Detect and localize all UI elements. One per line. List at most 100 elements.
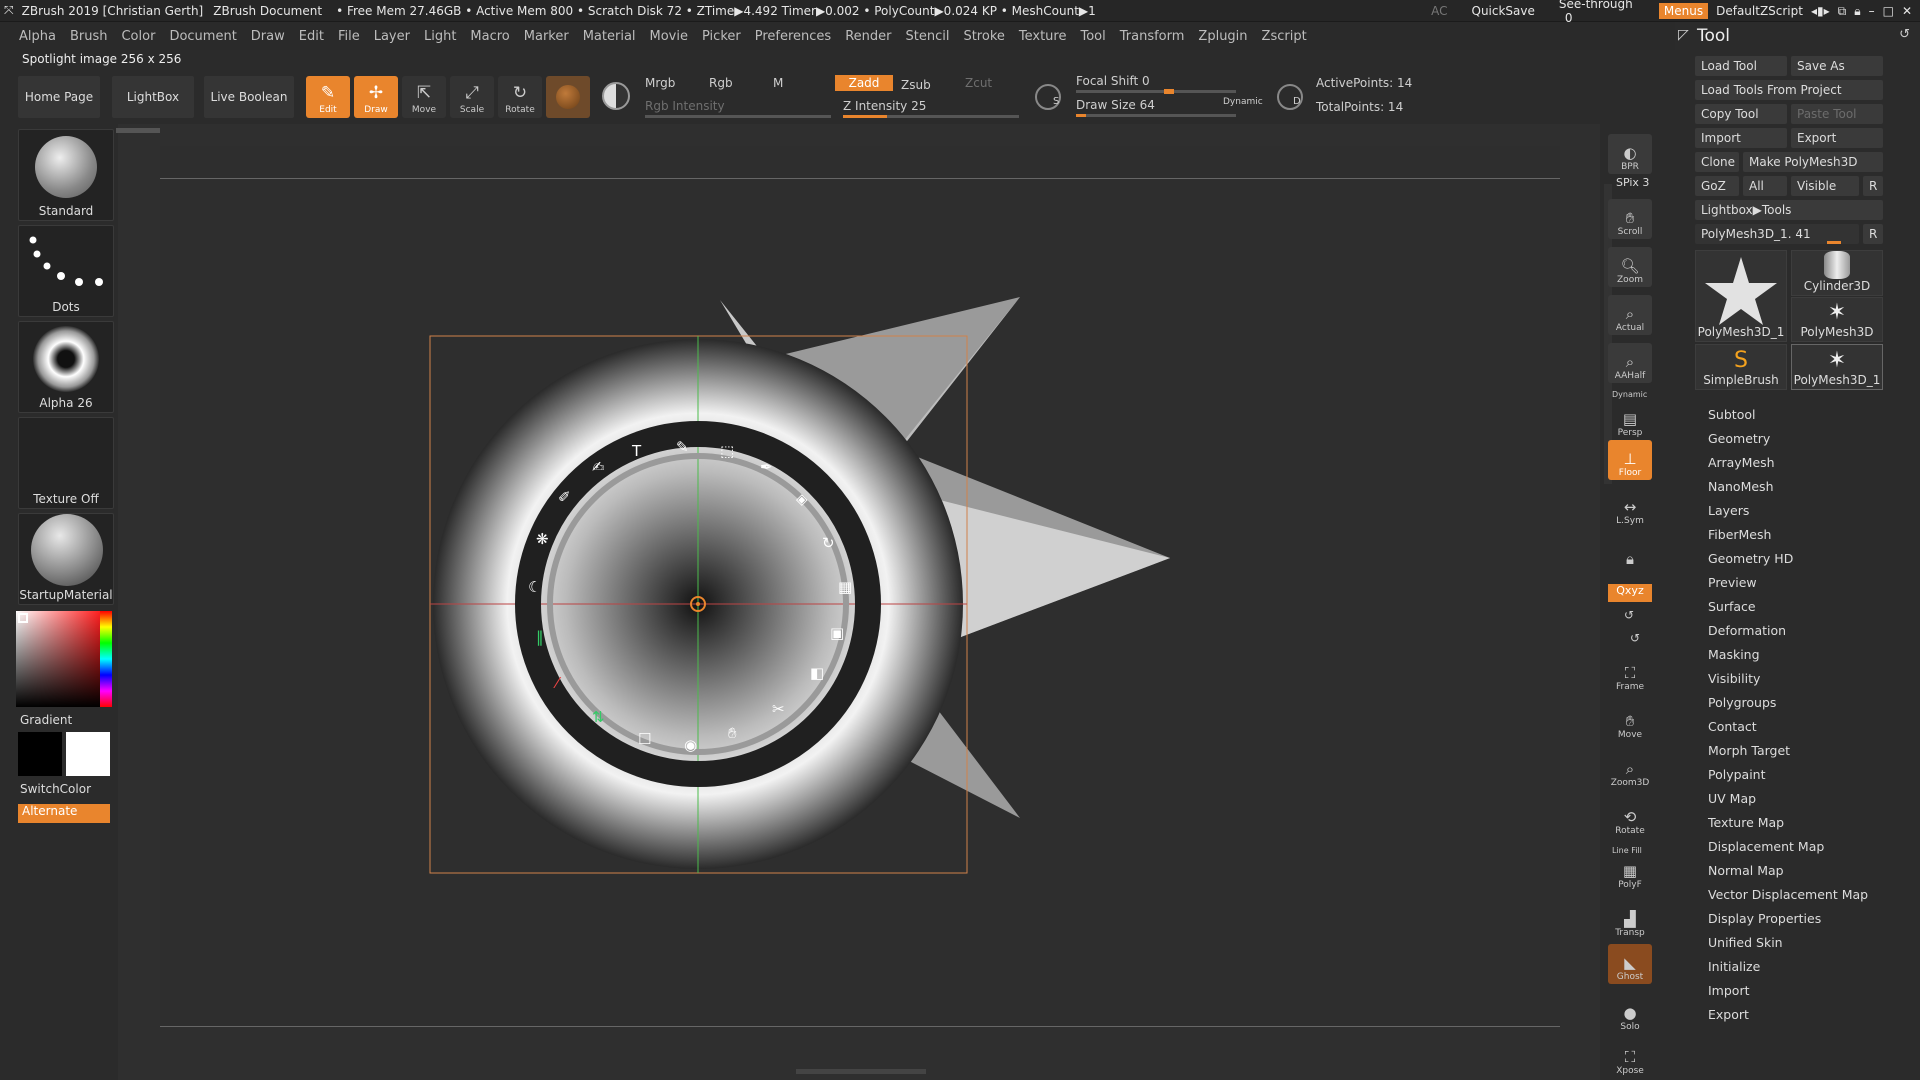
z-intensity-slider[interactable] bbox=[843, 115, 1019, 118]
move-brush-icon[interactable]: ✍ bbox=[592, 458, 605, 476]
window-layout-icon[interactable]: ⧉ bbox=[1838, 4, 1847, 19]
ghost-button[interactable]: ◣ Ghost bbox=[1608, 944, 1652, 984]
tool-thumb-polymesh3d-1-large[interactable]: PolyMesh3D_1 bbox=[1695, 250, 1787, 342]
polyf-button[interactable]: ▦ PolyF bbox=[1608, 852, 1652, 892]
load-tools-from-project-button[interactable]: Load Tools From Project bbox=[1695, 80, 1883, 100]
scroll-button[interactable]: ✋︎ Scroll bbox=[1608, 199, 1652, 239]
goz-r-button[interactable]: R bbox=[1863, 176, 1883, 196]
local-lock-button[interactable]: 🔒︎ bbox=[1608, 530, 1652, 570]
persp-button[interactable]: ▤ Persp bbox=[1608, 400, 1652, 440]
zoom3d-button[interactable]: ⌕ Zoom3D bbox=[1608, 750, 1652, 790]
menu-file[interactable]: File bbox=[338, 29, 360, 44]
section-nanomesh[interactable]: NanoMesh bbox=[1708, 479, 1774, 494]
section-normal-map[interactable]: Normal Map bbox=[1708, 863, 1784, 878]
save-as-button[interactable]: Save As bbox=[1791, 56, 1883, 76]
section-displacement-map[interactable]: Displacement Map bbox=[1708, 839, 1824, 854]
clay-icon[interactable]: ✐ bbox=[558, 488, 571, 506]
paint-brush-icon[interactable]: ✎ bbox=[676, 438, 689, 456]
section-texture-map[interactable]: Texture Map bbox=[1708, 815, 1784, 830]
section-preview[interactable]: Preview bbox=[1708, 575, 1757, 590]
ac-label[interactable]: AC bbox=[1431, 4, 1447, 18]
section-unified-skin[interactable]: Unified Skin bbox=[1708, 935, 1783, 950]
current-tool-slider[interactable]: PolyMesh3D_1. 41 bbox=[1695, 224, 1859, 244]
aahalf-button[interactable]: ⌕ AAHalf bbox=[1608, 343, 1652, 383]
brush-lightbox-ring[interactable]: ✎ ⬚ ✒ ◈ ↻ ▦ ▣ ◧ ✂ ✋︎ ◉ ☐ ⇅ ⁄ ‖ ☾ ❋ ✐ ✍ T bbox=[528, 438, 868, 778]
export-button[interactable]: Export bbox=[1791, 128, 1883, 148]
section-geometry[interactable]: Geometry bbox=[1708, 431, 1770, 446]
secondary-color-swatch[interactable] bbox=[18, 732, 62, 776]
menu-texture[interactable]: Texture bbox=[1019, 29, 1067, 44]
menu-zscript[interactable]: Zscript bbox=[1262, 29, 1307, 44]
section-morph-target[interactable]: Morph Target bbox=[1708, 743, 1790, 758]
tool-thumb-cylinder3d[interactable]: Cylinder3D bbox=[1791, 250, 1883, 296]
move-mode-button[interactable]: ⇱ Move bbox=[402, 76, 446, 118]
menu-alpha[interactable]: Alpha bbox=[19, 29, 56, 44]
rgb-button[interactable]: Rgb bbox=[709, 76, 733, 90]
section-contact[interactable]: Contact bbox=[1708, 719, 1757, 734]
rotate-mode-button[interactable]: ↻ Rotate bbox=[498, 76, 542, 118]
rotate-z-icon[interactable]: ↺ bbox=[1630, 631, 1640, 645]
color-mode-icon[interactable] bbox=[602, 82, 630, 110]
bpr-button[interactable]: ◐ BPR bbox=[1608, 134, 1652, 174]
brush-selector[interactable]: Standard bbox=[18, 129, 114, 221]
hue-strip[interactable] bbox=[100, 611, 112, 707]
menu-brush[interactable]: Brush bbox=[70, 29, 108, 44]
section-arraymesh[interactable]: ArrayMesh bbox=[1708, 455, 1775, 470]
square-icon[interactable]: ☐ bbox=[638, 730, 651, 748]
bottom-tray-handle[interactable] bbox=[796, 1069, 926, 1074]
palette-reset-icon[interactable]: ↺ bbox=[1899, 27, 1910, 42]
lightbox-tools-button[interactable]: Lightbox▶Tools bbox=[1695, 200, 1883, 220]
floor-button[interactable]: ⊥ Floor bbox=[1608, 440, 1652, 480]
menu-picker[interactable]: Picker bbox=[702, 29, 741, 44]
menu-tool[interactable]: Tool bbox=[1080, 29, 1105, 44]
section-polypaint[interactable]: Polypaint bbox=[1708, 767, 1766, 782]
zoom-button[interactable]: 🔍︎ Zoom bbox=[1608, 247, 1652, 287]
menu-movie[interactable]: Movie bbox=[650, 29, 688, 44]
tool-r-button[interactable]: R bbox=[1863, 224, 1883, 244]
rotate-y-icon[interactable]: ↺ bbox=[1624, 608, 1634, 622]
section-export[interactable]: Export bbox=[1708, 1007, 1749, 1022]
stroke-selector[interactable]: Dots bbox=[18, 225, 114, 317]
green-bars-icon[interactable]: ‖ bbox=[536, 628, 544, 646]
material-selector[interactable]: StartupMaterial bbox=[18, 513, 114, 605]
menus-toggle[interactable]: Menus bbox=[1658, 3, 1709, 19]
blocks-icon[interactable]: ▣ bbox=[830, 624, 844, 642]
tool-palette-title[interactable]: Tool bbox=[1697, 26, 1730, 46]
default-zscript-button[interactable]: DefaultZScript bbox=[1716, 4, 1803, 18]
menu-zplugin[interactable]: Zplugin bbox=[1198, 29, 1247, 44]
close-icon[interactable]: ✕ bbox=[1902, 4, 1912, 18]
section-layers[interactable]: Layers bbox=[1708, 503, 1749, 518]
menu-transform[interactable]: Transform bbox=[1120, 29, 1185, 44]
section-polygroups[interactable]: Polygroups bbox=[1708, 695, 1776, 710]
section-uv-map[interactable]: UV Map bbox=[1708, 791, 1756, 806]
menu-material[interactable]: Material bbox=[583, 29, 636, 44]
maximize-icon[interactable]: □ bbox=[1883, 4, 1894, 18]
edit-mode-button[interactable]: ✎ Edit bbox=[306, 76, 350, 118]
switch-color-button[interactable]: SwitchColor bbox=[20, 782, 91, 796]
goz-visible-button[interactable]: Visible bbox=[1791, 176, 1859, 196]
spix-label[interactable]: SPix 3 bbox=[1616, 176, 1649, 189]
frame-button[interactable]: ⛶ Frame bbox=[1608, 654, 1652, 694]
minimize-icon[interactable]: – bbox=[1869, 4, 1875, 18]
move-view-button[interactable]: ✋︎ Move bbox=[1608, 702, 1652, 742]
section-initialize[interactable]: Initialize bbox=[1708, 959, 1760, 974]
load-tool-button[interactable]: Load Tool bbox=[1695, 56, 1787, 76]
menu-draw[interactable]: Draw bbox=[251, 29, 285, 44]
selection-icon[interactable]: ⬚ bbox=[720, 442, 734, 460]
lsym-button[interactable]: ↔ L.Sym bbox=[1608, 488, 1652, 528]
transp-button[interactable]: ▟ Transp bbox=[1608, 900, 1652, 940]
viewport-scroll-handle[interactable] bbox=[116, 128, 160, 133]
menu-stroke[interactable]: Stroke bbox=[963, 29, 1004, 44]
menu-color[interactable]: Color bbox=[121, 29, 155, 44]
menu-light[interactable]: Light bbox=[424, 29, 456, 44]
mrgb-button[interactable]: Mrgb bbox=[645, 76, 675, 90]
menu-document[interactable]: Document bbox=[169, 29, 236, 44]
cube-icon[interactable]: ◈ bbox=[796, 490, 808, 508]
home-page-button[interactable]: Home Page bbox=[18, 76, 100, 118]
actual-button[interactable]: ⌕ Actual bbox=[1608, 295, 1652, 335]
pen-icon[interactable]: ✒ bbox=[760, 458, 773, 476]
menu-edit[interactable]: Edit bbox=[299, 29, 324, 44]
menu-layer[interactable]: Layer bbox=[374, 29, 410, 44]
tool-thumb-polymesh3d[interactable]: ✶ PolyMesh3D bbox=[1791, 297, 1883, 342]
section-subtool[interactable]: Subtool bbox=[1708, 407, 1755, 422]
